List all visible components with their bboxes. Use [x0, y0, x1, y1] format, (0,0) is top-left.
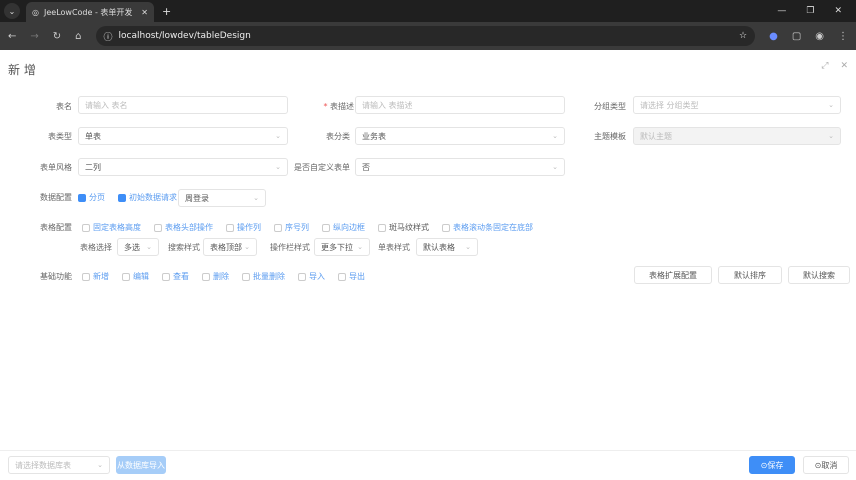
checkbox-vertical-border[interactable]: 纵向边框 [322, 222, 365, 233]
chevron-down-icon: ⌄ [828, 132, 834, 140]
checkbox-action-column[interactable]: 操作列 [226, 222, 261, 233]
checkbox-export[interactable]: 导出 [338, 271, 365, 282]
menu-icon[interactable]: ⋮ [838, 31, 848, 42]
chevron-down-icon: ⌄ [828, 101, 834, 109]
extension-icon[interactable]: ● [769, 31, 778, 42]
forward-icon[interactable]: → [30, 31, 38, 42]
table-select-mode[interactable]: 多选 ⌄ [117, 238, 159, 256]
save-button[interactable]: ⊙ 保存 [749, 456, 795, 474]
table-category-select[interactable]: 业务表 ⌄ [355, 127, 565, 145]
close-tab-icon[interactable]: ✕ [141, 8, 148, 17]
label-table-select: 表格选择 [80, 243, 112, 252]
url-input[interactable]: ⓘ localhost/lowdev/tableDesign ☆ [95, 26, 756, 46]
checkbox-pagination[interactable]: 分页 [78, 192, 105, 203]
data-config-select[interactable]: 周登录 ⌄ [178, 189, 266, 207]
label-table-desc: * 表描述 [323, 102, 354, 111]
checkbox-import[interactable]: 导入 [298, 271, 325, 282]
checkbox-zebra[interactable]: 斑马纹样式 [378, 222, 429, 233]
label-group-type: 分组类型 [594, 102, 626, 111]
address-bar: ← → ↻ ⌂ ⓘ localhost/lowdev/tableDesign ☆ ●… [0, 22, 856, 50]
checkbox-header-actions[interactable]: 表格头部操作 [154, 222, 213, 233]
checkbox-fixed-height[interactable]: 固定表格高度 [82, 222, 141, 233]
tab-title: JeeLowCode - 表单开发 [43, 7, 133, 17]
label-form-style: 表单风格 [40, 163, 72, 172]
label-table-category: 表分类 [326, 132, 350, 141]
chevron-down-icon: ⌄ [552, 132, 558, 140]
table-extension-button[interactable]: 表格扩展配置 [634, 266, 712, 284]
back-icon[interactable]: ← [8, 31, 16, 42]
default-sort-button[interactable]: 默认排序 [718, 266, 782, 284]
group-type-select[interactable]: 请选择 分组类型 ⌄ [633, 96, 841, 114]
cancel-icon: ⊙ [814, 460, 822, 470]
checkbox-index-column[interactable]: 序号列 [274, 222, 309, 233]
new-tab-button[interactable]: + [162, 5, 171, 18]
chevron-down-icon: ⌄ [552, 163, 558, 171]
checkbox-initial-request[interactable]: 初始数据请求 [118, 192, 177, 203]
default-search-button[interactable]: 默认搜索 [788, 266, 850, 284]
checkbox-scrollbar-bottom[interactable]: 表格滚动条固定在底部 [442, 222, 533, 233]
fullscreen-icon[interactable]: ⤢ [821, 61, 828, 71]
save-icon: ⊙ [760, 460, 768, 470]
custom-form-select[interactable]: 否 ⌄ [355, 158, 565, 176]
tab-search-button[interactable]: ⌄ [4, 3, 20, 19]
url-text: localhost/lowdev/tableDesign [118, 31, 251, 41]
search-style-select[interactable]: 表格顶部 ⌄ [203, 238, 257, 256]
table-desc-input[interactable]: 请输入 表描述 [355, 96, 565, 114]
maximize-icon[interactable]: ❐ [806, 6, 814, 16]
reload-icon[interactable]: ↻ [53, 31, 61, 42]
label-custom-form: 是否自定义表单 [294, 163, 350, 172]
label-single-table-style: 单表样式 [378, 243, 410, 252]
checkbox-add[interactable]: 新增 [82, 271, 109, 282]
label-table-type: 表类型 [48, 132, 72, 141]
label-table-config: 表格配置 [40, 223, 72, 232]
site-info-icon[interactable]: ⓘ [104, 30, 113, 43]
label-action-bar-style: 操作栏样式 [270, 243, 310, 252]
chevron-down-icon: ⌄ [275, 163, 281, 171]
label-data-config: 数据配置 [40, 193, 72, 202]
close-dialog-icon[interactable]: ✕ [840, 61, 848, 71]
label-basic-functions: 基础功能 [40, 272, 72, 281]
puzzle-icon[interactable]: ▢ [792, 31, 801, 42]
checkbox-view[interactable]: 查看 [162, 271, 189, 282]
checkbox-edit[interactable]: 编辑 [122, 271, 149, 282]
cancel-button[interactable]: ⊙ 取消 [803, 456, 849, 474]
browser-tab[interactable]: ◎ JeeLowCode - 表单开发 ✕ [26, 2, 154, 22]
chevron-down-icon: ⌄ [253, 194, 259, 202]
checkbox-batch-delete[interactable]: 批量删除 [242, 271, 285, 282]
dialog-title: 新 增 [8, 63, 36, 77]
form-style-select[interactable]: 二列 ⌄ [78, 158, 288, 176]
table-type-select[interactable]: 单表 ⌄ [78, 127, 288, 145]
table-name-input[interactable]: 请输入 表名 [78, 96, 288, 114]
checkbox-delete[interactable]: 删除 [202, 271, 229, 282]
label-search-style: 搜索样式 [168, 243, 200, 252]
bookmark-star-icon[interactable]: ☆ [739, 31, 747, 41]
chevron-down-icon: ⌄ [275, 132, 281, 140]
label-theme: 主题模板 [594, 132, 626, 141]
home-icon[interactable]: ⌂ [75, 31, 81, 42]
minimize-icon[interactable]: — [777, 6, 786, 16]
database-table-select[interactable]: 请选择数据库表 ⌄ [8, 456, 110, 474]
profile-avatar[interactable]: ◉ [815, 31, 824, 42]
globe-icon: ◎ [32, 7, 39, 17]
close-window-icon[interactable]: ✕ [834, 6, 842, 16]
single-table-style-select[interactable]: 默认表格 ⌄ [416, 238, 478, 256]
browser-tabbar: ⌄ ◎ JeeLowCode - 表单开发 ✕ + — ❐ ✕ [0, 0, 856, 22]
label-table-name: 表名 [56, 102, 72, 111]
import-from-db-button[interactable]: 从数据库导入 [116, 456, 166, 474]
theme-select[interactable]: 默认主题 ⌄ [633, 127, 841, 145]
action-bar-style-select[interactable]: 更多下拉 ⌄ [314, 238, 370, 256]
